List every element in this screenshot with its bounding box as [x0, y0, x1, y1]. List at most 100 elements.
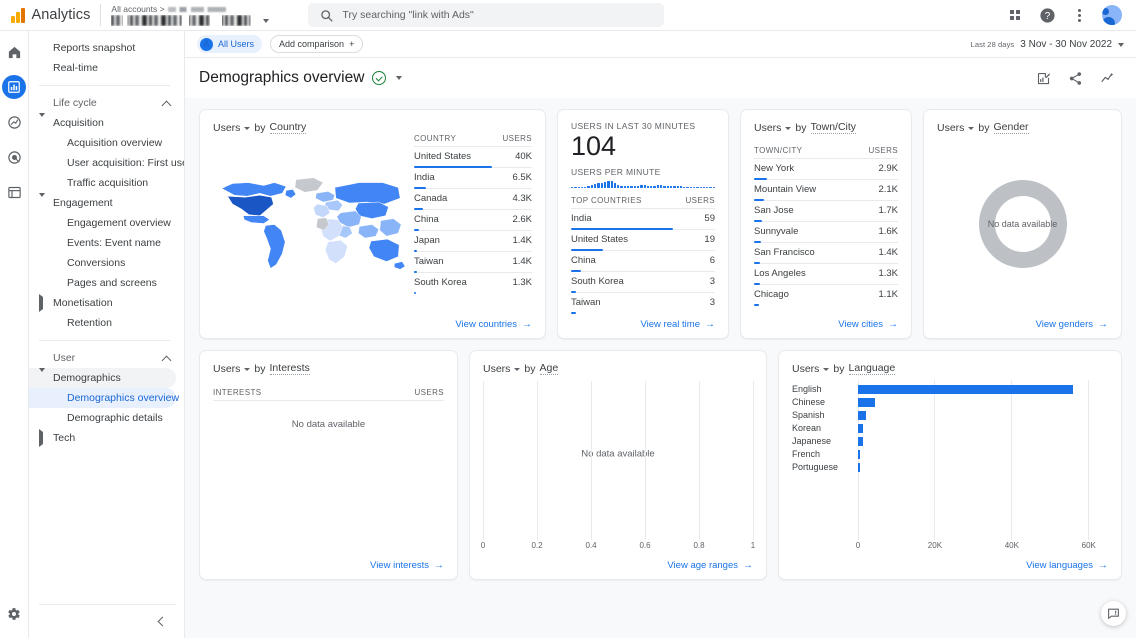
metric-selector-label[interactable]: Users [937, 122, 964, 134]
sidebar-item-acquisition-overview[interactable]: Acquisition overview [29, 133, 176, 153]
chevron-down-icon[interactable] [968, 127, 974, 130]
bar[interactable] [858, 437, 863, 446]
share-icon[interactable] [1068, 71, 1083, 86]
row-value: 3 [673, 293, 715, 314]
metric-selector-label[interactable]: Users [213, 363, 240, 375]
dimension-label[interactable]: Interests [270, 362, 310, 375]
view-cities-link[interactable]: View cities → [754, 313, 898, 330]
table-row[interactable]: Mountain View2.1K [754, 180, 898, 201]
world-choropleth-map[interactable] [213, 134, 408, 313]
sidebar-group-life-cycle[interactable]: Life cycle [29, 93, 176, 113]
rail-item-advertising[interactable] [2, 145, 26, 169]
sidebar-item-conversions[interactable]: Conversions [29, 253, 176, 273]
table-row[interactable]: Japan1.4K [414, 231, 532, 252]
bar[interactable] [858, 398, 875, 407]
table-row[interactable]: Canada4.3K [414, 189, 532, 210]
sidebar-item-monetisation[interactable]: Monetisation [29, 293, 176, 313]
view-countries-link[interactable]: View countries → [213, 313, 532, 330]
more-options-icon[interactable] [1070, 6, 1088, 24]
dimension-label[interactable]: Language [849, 362, 896, 375]
apps-grid-icon[interactable] [1006, 6, 1024, 24]
table-row[interactable]: San Francisco1.4K [754, 243, 898, 264]
chevron-down-icon[interactable] [244, 127, 250, 130]
view-realtime-link[interactable]: View real time → [571, 313, 715, 330]
table-row[interactable]: China6 [571, 251, 715, 272]
bar[interactable] [858, 450, 860, 459]
sidebar-item-events[interactable]: Events: Event name [29, 233, 176, 253]
table-row[interactable]: China2.6K [414, 210, 532, 231]
view-genders-link[interactable]: View genders → [937, 313, 1108, 330]
bar[interactable] [858, 463, 860, 472]
chevron-down-icon[interactable] [823, 368, 829, 371]
dimension-label[interactable]: Country [270, 121, 307, 134]
table-row[interactable]: Taiwan1.4K [414, 252, 532, 273]
add-comparison-button[interactable]: Add comparison + [270, 35, 363, 53]
sidebar-item-demographics[interactable]: Demographics [29, 368, 176, 388]
table-row[interactable]: Chicago1.1K [754, 285, 898, 306]
sidebar-item-retention[interactable]: Retention [29, 313, 176, 333]
sidebar-item-pages-and-screens[interactable]: Pages and screens [29, 273, 176, 293]
view-age-ranges-link[interactable]: View age ranges → [483, 554, 753, 571]
sidebar-item-traffic-acquisition[interactable]: Traffic acquisition [29, 173, 176, 193]
bar-category-label: French [792, 448, 858, 461]
rail-item-reports[interactable] [2, 75, 26, 99]
metric-selector-label[interactable]: Users [213, 122, 240, 134]
rail-item-explore[interactable] [2, 110, 26, 134]
view-interests-link[interactable]: View interests → [213, 554, 444, 571]
bar[interactable] [858, 424, 863, 433]
sidebar-item-reports-snapshot[interactable]: Reports snapshot [29, 38, 176, 58]
sidebar-item-demographic-details[interactable]: Demographic details [29, 408, 176, 428]
sidebar-item-tech[interactable]: Tech [29, 428, 176, 448]
table-row[interactable]: New York2.9K [754, 159, 898, 180]
table-row[interactable]: Los Angeles1.3K [754, 264, 898, 285]
help-icon[interactable]: ? [1038, 6, 1056, 24]
collapse-sidebar-icon[interactable] [158, 617, 168, 627]
view-languages-link[interactable]: View languages → [792, 554, 1108, 571]
chevron-down-icon[interactable] [263, 19, 269, 23]
sparkline-bar [581, 187, 583, 188]
chevron-down-icon[interactable] [785, 127, 791, 130]
metric-selector-label[interactable]: Users [792, 363, 819, 375]
table-row[interactable]: Taiwan3 [571, 293, 715, 314]
table-row[interactable]: India6.5K [414, 168, 532, 189]
dimension-label[interactable]: Age [540, 362, 559, 375]
rail-item-home[interactable] [2, 40, 26, 64]
dimension-label[interactable]: Town/City [811, 121, 857, 134]
chevron-up-icon[interactable] [162, 100, 172, 110]
metric-selector-label[interactable]: Users [483, 363, 510, 375]
date-range-picker[interactable]: Last 28 days 3 Nov - 30 Nov 2022 [971, 39, 1124, 50]
table-row[interactable]: United States40K [414, 147, 532, 168]
all-users-chip[interactable]: A All Users [197, 35, 262, 53]
search-input[interactable]: Try searching "link with Ads" [308, 3, 664, 27]
chevron-up-icon[interactable] [162, 355, 172, 365]
sidebar-item-engagement[interactable]: Engagement [29, 193, 176, 213]
rail-item-settings[interactable] [2, 602, 26, 626]
page-title-dropdown-icon[interactable] [396, 76, 402, 80]
sidebar-item-real-time[interactable]: Real-time [29, 58, 176, 78]
table-row[interactable]: San Jose1.7K [754, 201, 898, 222]
table-row[interactable]: India59 [571, 209, 715, 230]
account-property-name[interactable] [111, 15, 286, 26]
metric-selector-label[interactable]: Users [754, 122, 781, 134]
chevron-down-icon[interactable] [244, 368, 250, 371]
dimension-label[interactable]: Gender [994, 121, 1029, 134]
insights-icon[interactable] [1100, 70, 1116, 86]
edit-report-icon[interactable] [1036, 71, 1051, 86]
table-row[interactable]: South Korea1.3K [414, 273, 532, 294]
feedback-button[interactable] [1101, 601, 1126, 626]
sidebar-item-engagement-overview[interactable]: Engagement overview [29, 213, 176, 233]
sidebar-item-acquisition[interactable]: Acquisition [29, 113, 176, 133]
sidebar-group-user[interactable]: User [29, 348, 176, 368]
chevron-down-icon[interactable] [514, 368, 520, 371]
sidebar-item-demographics-overview[interactable]: Demographics overview [29, 388, 176, 408]
account-selector[interactable]: All accounts > [111, 4, 286, 26]
sidebar-item-user-acquisition[interactable]: User acquisition: First user ... [29, 153, 176, 173]
table-row[interactable]: United States19 [571, 230, 715, 251]
account-avatar[interactable] [1102, 5, 1122, 25]
bar[interactable] [858, 385, 1073, 394]
bar[interactable] [858, 411, 866, 420]
chevron-down-icon[interactable] [1118, 43, 1124, 47]
rail-item-library[interactable] [2, 180, 26, 204]
table-row[interactable]: South Korea3 [571, 272, 715, 293]
table-row[interactable]: Sunnyvale1.6K [754, 222, 898, 243]
